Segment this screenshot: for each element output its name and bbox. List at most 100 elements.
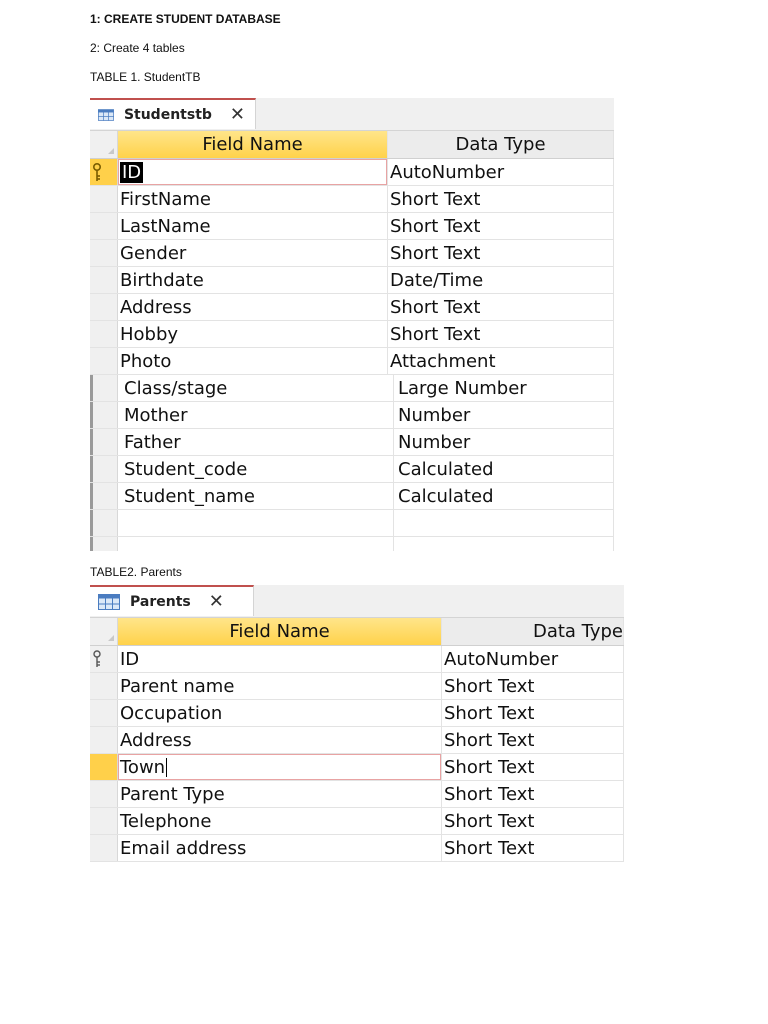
row-selector[interactable] xyxy=(90,510,118,536)
table-row[interactable]: Hobby Short Text xyxy=(90,321,614,348)
field-name-cell[interactable]: Address xyxy=(118,294,388,320)
table-row[interactable]: Telephone Short Text xyxy=(90,808,624,835)
table-row[interactable]: Parent name Short Text xyxy=(90,673,624,700)
data-type-cell[interactable]: Number xyxy=(394,402,614,428)
table-row[interactable]: Occupation Short Text xyxy=(90,700,624,727)
row-selector[interactable] xyxy=(90,159,118,185)
data-type-cell[interactable]: Short Text xyxy=(388,321,614,347)
row-selector[interactable] xyxy=(90,402,118,428)
field-name-cell[interactable]: Parent name xyxy=(118,673,442,699)
row-selector[interactable] xyxy=(90,240,118,266)
data-type-cell[interactable]: Short Text xyxy=(388,186,614,212)
field-name-cell[interactable]: Class/stage xyxy=(118,375,394,401)
field-name-cell[interactable]: Hobby xyxy=(118,321,388,347)
row-selector[interactable] xyxy=(90,186,118,212)
table-row[interactable]: Mother Number xyxy=(90,402,614,429)
row-selector[interactable] xyxy=(90,808,118,834)
table-row[interactable]: Address Short Text xyxy=(90,294,614,321)
row-selector[interactable] xyxy=(90,646,118,672)
row-selector[interactable] xyxy=(90,754,118,780)
data-type-cell[interactable]: Short Text xyxy=(442,673,624,699)
row-selector[interactable] xyxy=(90,781,118,807)
close-icon[interactable]: ✕ xyxy=(230,105,245,124)
data-type-cell[interactable]: Short Text xyxy=(442,727,624,753)
row-selector[interactable] xyxy=(90,429,118,455)
field-name-cell[interactable]: Parent Type xyxy=(118,781,442,807)
empty-row[interactable] xyxy=(90,537,614,551)
field-name-cell[interactable]: LastName xyxy=(118,213,388,239)
data-type-cell[interactable]: Short Text xyxy=(442,835,624,861)
data-type-cell[interactable]: Short Text xyxy=(442,781,624,807)
column-header-field-name[interactable]: Field Name xyxy=(118,618,442,645)
table-row[interactable]: Gender Short Text xyxy=(90,240,614,267)
row-selector[interactable] xyxy=(90,456,118,482)
table-row[interactable]: Student_code Calculated xyxy=(90,456,614,483)
close-icon[interactable]: ✕ xyxy=(209,592,224,611)
tab-parents[interactable]: Parents ✕ xyxy=(90,585,254,616)
row-selector[interactable] xyxy=(90,727,118,753)
data-type-cell[interactable]: Large Number xyxy=(394,375,614,401)
field-name-cell[interactable]: Gender xyxy=(118,240,388,266)
row-selector[interactable] xyxy=(90,537,118,551)
field-name-cell[interactable]: Mother xyxy=(118,402,394,428)
column-header-field-name[interactable]: Field Name xyxy=(118,131,388,158)
table-row[interactable]: Student_name Calculated xyxy=(90,483,614,510)
field-name-cell[interactable]: Email address xyxy=(118,835,442,861)
data-type-cell[interactable]: Date/Time xyxy=(388,267,614,293)
column-header-data-type[interactable]: Data Type xyxy=(388,131,614,158)
table-row[interactable]: Address Short Text xyxy=(90,727,624,754)
row-selector[interactable] xyxy=(90,700,118,726)
data-type-cell[interactable]: AutoNumber xyxy=(388,159,614,185)
data-type-cell[interactable] xyxy=(394,537,614,551)
field-name-cell[interactable]: Town xyxy=(118,754,442,780)
table-row[interactable]: Email address Short Text xyxy=(90,835,624,862)
field-name-cell[interactable]: Student_code xyxy=(118,456,394,482)
table-row[interactable]: Parent Type Short Text xyxy=(90,781,624,808)
field-name-cell[interactable]: Photo xyxy=(118,348,388,374)
field-name-cell[interactable]: FirstName xyxy=(118,186,388,212)
data-type-cell[interactable]: Number xyxy=(394,429,614,455)
table-row[interactable]: LastName Short Text xyxy=(90,213,614,240)
row-selector[interactable] xyxy=(90,294,118,320)
field-name-cell[interactable]: Student_name xyxy=(118,483,394,509)
data-type-cell[interactable]: Short Text xyxy=(388,213,614,239)
table-row[interactable]: Photo Attachment xyxy=(90,348,614,375)
row-selector[interactable] xyxy=(90,375,118,401)
row-selector[interactable] xyxy=(90,321,118,347)
table-row[interactable]: Birthdate Date/Time xyxy=(90,267,614,294)
empty-row[interactable] xyxy=(90,510,614,537)
data-type-cell[interactable]: Attachment xyxy=(388,348,614,374)
table-row[interactable]: ID AutoNumber xyxy=(90,159,614,186)
table-row[interactable]: ID AutoNumber xyxy=(90,646,624,673)
data-type-cell[interactable]: Calculated xyxy=(394,483,614,509)
row-selector[interactable] xyxy=(90,348,118,374)
row-selector[interactable] xyxy=(90,835,118,861)
table-row[interactable]: Father Number xyxy=(90,429,614,456)
select-all-corner[interactable] xyxy=(90,618,118,645)
column-header-data-type[interactable]: Data Type xyxy=(442,618,624,645)
data-type-cell[interactable]: Short Text xyxy=(442,700,624,726)
data-type-cell[interactable]: Short Text xyxy=(388,294,614,320)
row-selector[interactable] xyxy=(90,213,118,239)
field-name-cell[interactable]: ID xyxy=(118,646,442,672)
field-name-cell[interactable]: Father xyxy=(118,429,394,455)
field-name-cell[interactable]: Address xyxy=(118,727,442,753)
field-name-cell[interactable]: Telephone xyxy=(118,808,442,834)
table-row[interactable]: Town Short Text xyxy=(90,754,624,781)
data-type-cell[interactable]: Calculated xyxy=(394,456,614,482)
data-type-cell[interactable]: Short Text xyxy=(442,808,624,834)
data-type-cell[interactable] xyxy=(394,510,614,536)
row-selector[interactable] xyxy=(90,483,118,509)
field-name-cell[interactable] xyxy=(118,510,394,536)
select-all-corner[interactable] xyxy=(90,131,118,158)
data-type-cell[interactable]: AutoNumber xyxy=(442,646,624,672)
row-selector[interactable] xyxy=(90,673,118,699)
field-name-cell[interactable]: ID xyxy=(118,159,388,185)
data-type-cell[interactable]: Short Text xyxy=(442,754,624,780)
field-name-cell[interactable] xyxy=(118,537,394,551)
field-name-cell[interactable]: Birthdate xyxy=(118,267,388,293)
row-selector[interactable] xyxy=(90,267,118,293)
data-type-cell[interactable]: Short Text xyxy=(388,240,614,266)
field-name-cell[interactable]: Occupation xyxy=(118,700,442,726)
table-row[interactable]: Class/stage Large Number xyxy=(90,375,614,402)
